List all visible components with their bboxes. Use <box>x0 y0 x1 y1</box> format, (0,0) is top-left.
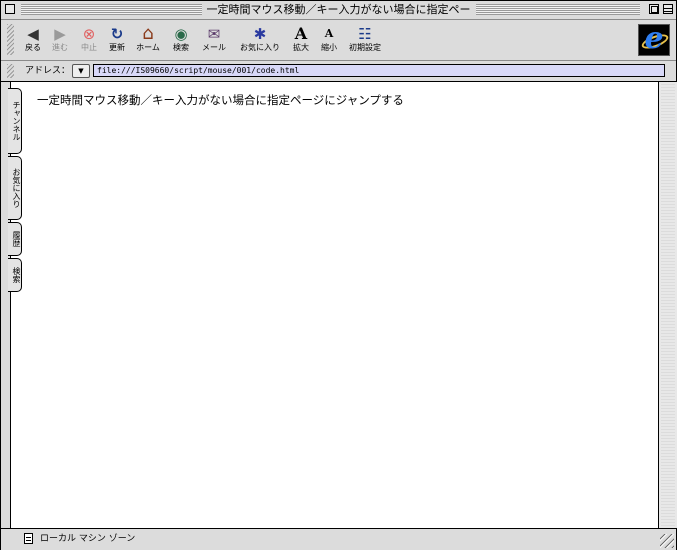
back-arrow-icon: ◀ <box>27 25 39 43</box>
chevron-down-icon: ▼ <box>78 67 84 75</box>
vertical-scrollbar[interactable] <box>658 82 677 528</box>
tab-search[interactable]: 検索 <box>8 258 22 292</box>
search-button[interactable]: ◉ 検索 <box>169 25 193 57</box>
mail-label: メール <box>202 43 226 52</box>
address-label: アドレス： <box>25 66 71 76</box>
mail-icon: ✉ <box>207 25 221 43</box>
address-bar: アドレス： ▼ file:///IS09660/script/mouse/001… <box>1 61 676 82</box>
resize-grip-icon[interactable] <box>660 534 674 548</box>
home-icon: ⌂ <box>142 23 154 44</box>
tab-favorites[interactable]: お気に入り <box>8 156 22 220</box>
address-history-dropdown[interactable]: ▼ <box>72 64 90 78</box>
toolbar-grip[interactable] <box>7 24 14 55</box>
tab-history[interactable]: 履歴 <box>8 222 22 256</box>
browser-window: 一定時間マウス移動／キー入力がない場合に指定ペー ◀ 戻る ▶ 進む ⊗ 中止 … <box>0 0 677 550</box>
preferences-icon: ☷ <box>358 25 372 43</box>
collapse-box-icon[interactable] <box>663 4 673 14</box>
zoom-box-icon[interactable] <box>649 4 659 14</box>
text-larger-label: 拡大 <box>293 43 309 52</box>
stop-icon: ⊗ <box>82 25 96 43</box>
address-input[interactable]: file:///IS09660/script/mouse/001/code.ht… <box>93 64 665 77</box>
favorites-button[interactable]: ✱ お気に入り <box>235 25 285 57</box>
security-zone-icon <box>24 533 33 544</box>
mail-button[interactable]: ✉ メール <box>199 25 229 57</box>
ie-logo-icon: e <box>638 21 670 56</box>
text-larger-icon: A <box>294 24 308 43</box>
forward-arrow-icon: ▶ <box>54 25 66 43</box>
status-bar: ローカル マシン ゾーン <box>1 528 676 550</box>
text-smaller-label: 縮小 <box>321 43 337 52</box>
security-zone-text: ローカル マシン ゾーン <box>40 534 136 544</box>
refresh-icon: ↻ <box>110 25 124 43</box>
search-label: 検索 <box>173 43 189 52</box>
preferences-button[interactable]: ☷ 初期設定 <box>345 25 385 57</box>
preferences-label: 初期設定 <box>349 43 381 52</box>
home-label: ホーム <box>136 43 160 52</box>
home-button[interactable]: ⌂ ホーム <box>133 25 163 57</box>
text-smaller-button[interactable]: A 縮小 <box>317 25 341 57</box>
text-smaller-icon: A <box>324 27 334 40</box>
refresh-button[interactable]: ↻ 更新 <box>105 25 129 57</box>
title-bar[interactable]: 一定時間マウス移動／キー入力がない場合に指定ペー <box>1 1 676 20</box>
search-icon: ◉ <box>174 25 188 43</box>
back-button[interactable]: ◀ 戻る <box>21 25 45 57</box>
page-heading-text: 一定時間マウス移動／キー入力がない場合に指定ページにジャンプする <box>37 93 404 107</box>
tab-channels[interactable]: チャンネル <box>8 88 22 154</box>
button-toolbar: ◀ 戻る ▶ 進む ⊗ 中止 ↻ 更新 ⌂ ホーム ◉ 検索 ✉ メール ✱ お <box>1 20 676 61</box>
text-larger-button[interactable]: A 拡大 <box>289 25 313 57</box>
stop-label: 中止 <box>81 43 97 52</box>
window-title: 一定時間マウス移動／キー入力がない場合に指定ペー <box>201 3 476 16</box>
page-content: 一定時間マウス移動／キー入力がない場合に指定ページにジャンプする <box>10 82 659 528</box>
refresh-label: 更新 <box>109 43 125 52</box>
back-label: 戻る <box>25 43 41 52</box>
favorites-label: お気に入り <box>240 43 280 52</box>
forward-label: 進む <box>52 43 68 52</box>
favorites-icon: ✱ <box>253 25 267 43</box>
forward-button[interactable]: ▶ 進む <box>47 25 73 57</box>
stop-button[interactable]: ⊗ 中止 <box>77 25 101 57</box>
address-bar-grip[interactable] <box>7 64 14 78</box>
